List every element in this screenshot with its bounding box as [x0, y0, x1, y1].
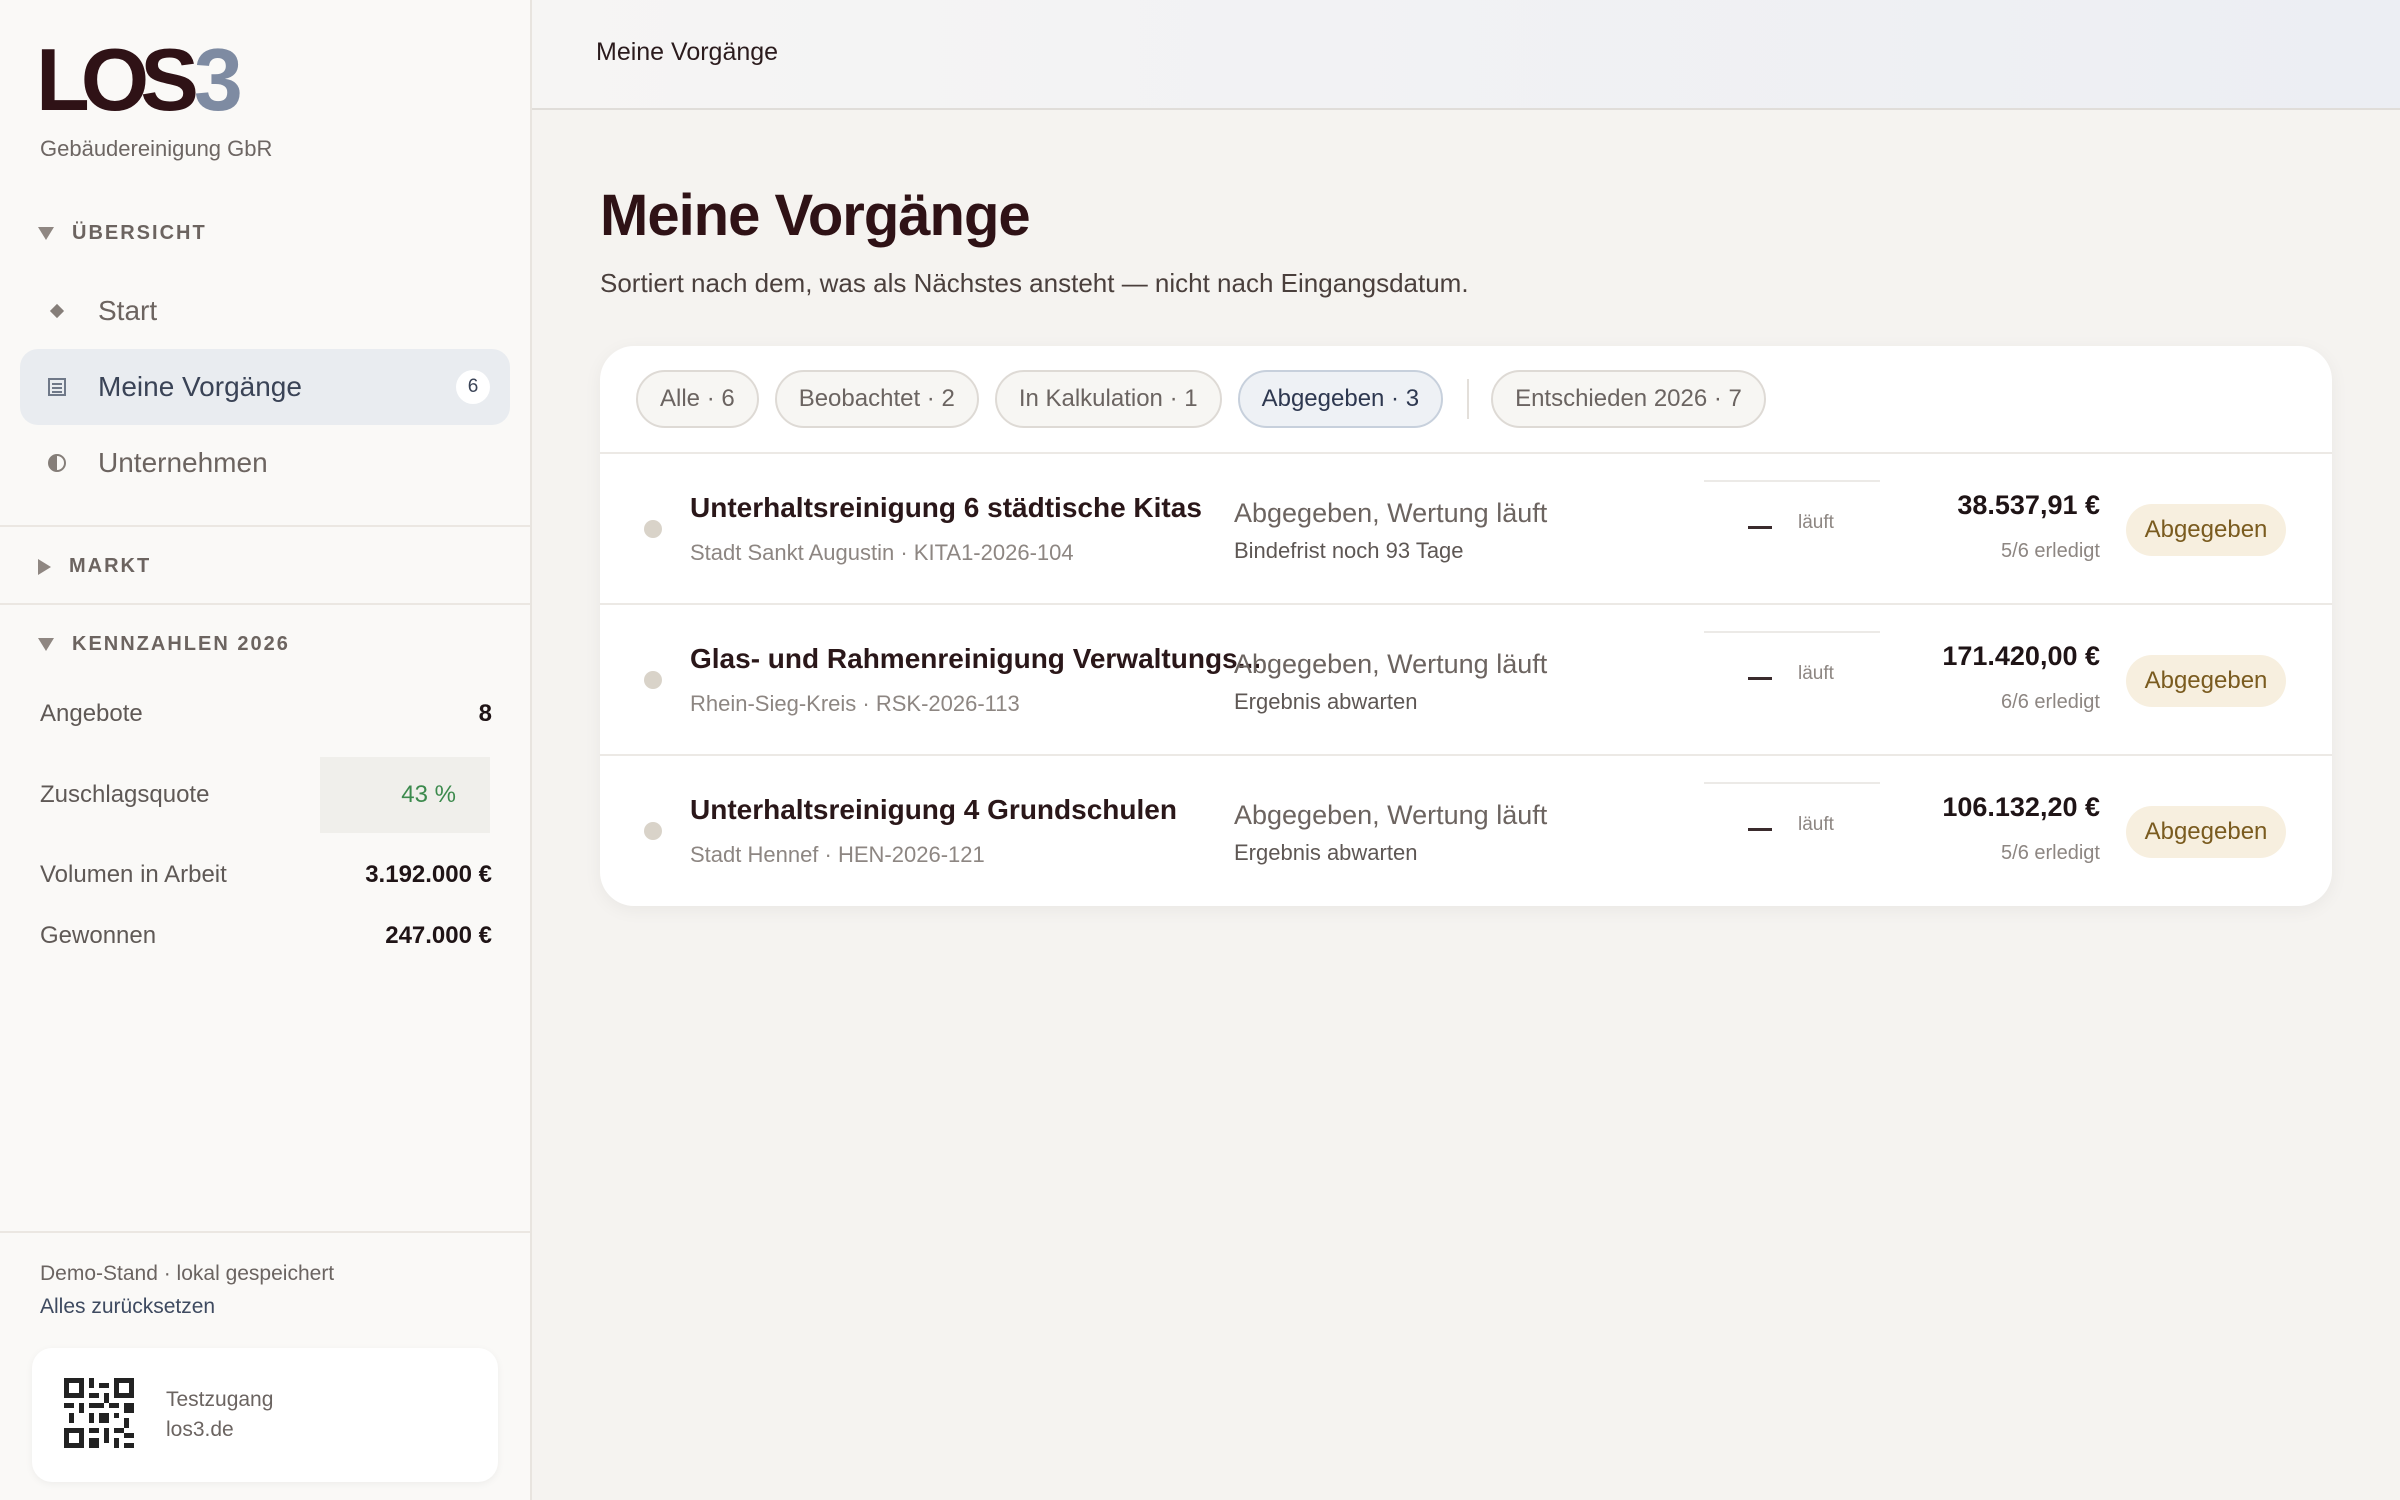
qr-code-icon	[64, 1378, 134, 1448]
breadcrumb: Meine Vorgänge	[596, 38, 779, 66]
dash-icon	[1748, 526, 1772, 529]
case-status: Abgegeben, Wertung läuft	[1234, 800, 1548, 830]
case-status-detail: Ergebnis abwarten	[1234, 689, 1418, 714]
progress-label: läuft	[1798, 814, 1834, 835]
status-badge: Abgegeben	[2126, 504, 2286, 556]
table-row[interactable]: Unterhaltsreinigung 6 städtische Kitas S…	[600, 454, 2332, 604]
sidebar: LOS3 Gebäudereinigung GbR ÜBERSICHT Star…	[0, 0, 532, 1500]
case-status: Abgegeben, Wertung läuft	[1234, 498, 1548, 528]
demo-status: Demo-Stand · lokal gespeichert	[40, 1262, 335, 1285]
status-badge: Abgegeben	[2126, 655, 2286, 707]
progress-track	[1704, 631, 1880, 633]
table-row[interactable]: Glas- und Rahmenreinigung Verwaltungs...…	[600, 605, 2332, 755]
divider	[0, 1231, 530, 1233]
progress-label: läuft	[1798, 663, 1834, 684]
progress-track	[1704, 782, 1880, 784]
test-access-url: los3.de	[166, 1418, 234, 1441]
kpi-label: Angebote	[40, 700, 143, 727]
kpi-value: 3.192.000 €	[365, 861, 492, 888]
sidebar-item-label: Unternehmen	[98, 447, 268, 478]
status-dot	[644, 822, 662, 840]
kpi-angebote: Angebote 8	[40, 677, 492, 751]
logo-text: LOS	[36, 30, 199, 129]
filter-chip-alle[interactable]: Alle · 6	[636, 370, 759, 428]
kpi-zuschlagsquote: Zuschlagsquote 43 %	[40, 758, 492, 832]
section-header-label: MARKT	[69, 555, 152, 577]
kpi-value: 8	[478, 700, 492, 727]
sidebar-item-label: Start	[98, 295, 158, 326]
filter-chip-in-kalkulation[interactable]: In Kalkulation · 1	[994, 370, 1222, 428]
diamond-icon	[42, 302, 72, 320]
case-status-detail: Ergebnis abwarten	[1234, 840, 1418, 865]
kpi-label: Volumen in Arbeit	[40, 861, 227, 888]
case-title[interactable]: Unterhaltsreinigung 4 Grundschulen	[690, 794, 1177, 826]
filter-separator	[1467, 379, 1470, 419]
top-bar: Meine Vorgänge	[532, 0, 2400, 110]
divider	[0, 525, 530, 527]
page-title: Meine Vorgänge	[600, 183, 1031, 248]
sidebar-item-start[interactable]: Start	[20, 273, 510, 349]
sidebar-item-label: Meine Vorgänge	[98, 371, 302, 402]
chevron-down-icon	[38, 227, 54, 240]
status-badge: Abgegeben	[2126, 806, 2286, 858]
list-icon	[42, 377, 72, 397]
test-access-card[interactable]: Testzugang los3.de	[32, 1348, 498, 1482]
kpi-gewonnen: Gewonnen 247.000 €	[40, 899, 492, 973]
case-meta: Stadt Hennef · HEN-2026-121	[690, 842, 985, 867]
section-header-kennzahlen[interactable]: KENNZAHLEN 2026	[38, 633, 290, 656]
case-meta: Stadt Sankt Augustin · KITA1-2026-104	[690, 540, 1074, 565]
progress-track	[1704, 480, 1880, 482]
test-access-label: Testzugang	[166, 1388, 274, 1411]
cases-card: Alle · 6 Beobachtet · 2 In Kalkulation ·…	[600, 346, 2332, 906]
filter-bar: Alle · 6 Beobachtet · 2 In Kalkulation ·…	[636, 370, 1782, 428]
company-name: Gebäudereinigung GbR	[40, 136, 273, 161]
sidebar-item-unternehmen[interactable]: Unternehmen	[20, 425, 510, 501]
case-amount: 106.132,20 €	[1942, 792, 2100, 822]
divider	[0, 603, 530, 605]
tasks-done: 5/6 erledigt	[2001, 842, 2100, 864]
case-title[interactable]: Glas- und Rahmenreinigung Verwaltungs...	[690, 643, 1261, 675]
chevron-down-icon	[38, 638, 54, 651]
case-status-detail: Bindefrist noch 93 Tage	[1234, 538, 1464, 563]
reset-link[interactable]: Alles zurücksetzen	[40, 1295, 215, 1319]
dash-icon	[1748, 677, 1772, 680]
section-header-label: ÜBERSICHT	[72, 222, 207, 244]
kpi-value: 43 %	[401, 781, 456, 808]
sidebar-item-meine-vorgaenge[interactable]: Meine Vorgänge 6	[20, 349, 510, 425]
tasks-done: 6/6 erledigt	[2001, 691, 2100, 713]
logo[interactable]: LOS3	[36, 36, 243, 124]
status-dot	[644, 671, 662, 689]
case-status: Abgegeben, Wertung läuft	[1234, 649, 1548, 679]
section-header-overview[interactable]: ÜBERSICHT	[38, 222, 207, 245]
status-dot	[644, 520, 662, 538]
filter-chip-entschieden[interactable]: Entschieden 2026 · 7	[1491, 370, 1766, 428]
half-circle-icon	[42, 453, 72, 473]
case-meta: Rhein-Sieg-Kreis · RSK-2026-113	[690, 691, 1020, 716]
logo-number: 3	[193, 30, 243, 129]
tasks-done: 5/6 erledigt	[2001, 540, 2100, 562]
filter-chip-beobachtet[interactable]: Beobachtet · 2	[774, 370, 979, 428]
chevron-right-icon	[38, 558, 51, 575]
table-row[interactable]: Unterhaltsreinigung 4 Grundschulen Stadt…	[600, 756, 2332, 906]
section-header-markt[interactable]: MARKT	[38, 555, 151, 578]
kpi-label: Gewonnen	[40, 922, 157, 949]
kpi-value: 247.000 €	[385, 922, 492, 949]
kpi-label: Zuschlagsquote	[40, 781, 210, 808]
section-header-label: KENNZAHLEN 2026	[72, 633, 290, 655]
progress-label: läuft	[1798, 512, 1834, 533]
case-amount: 38.537,91 €	[1957, 490, 2100, 520]
page-subtitle: Sortiert nach dem, was als Nächstes anst…	[600, 268, 1469, 298]
count-badge: 6	[456, 370, 490, 404]
case-title[interactable]: Unterhaltsreinigung 6 städtische Kitas	[690, 492, 1202, 524]
case-amount: 171.420,00 €	[1942, 641, 2100, 671]
dash-icon	[1748, 828, 1772, 831]
filter-chip-abgegeben[interactable]: Abgegeben · 3	[1237, 370, 1444, 428]
